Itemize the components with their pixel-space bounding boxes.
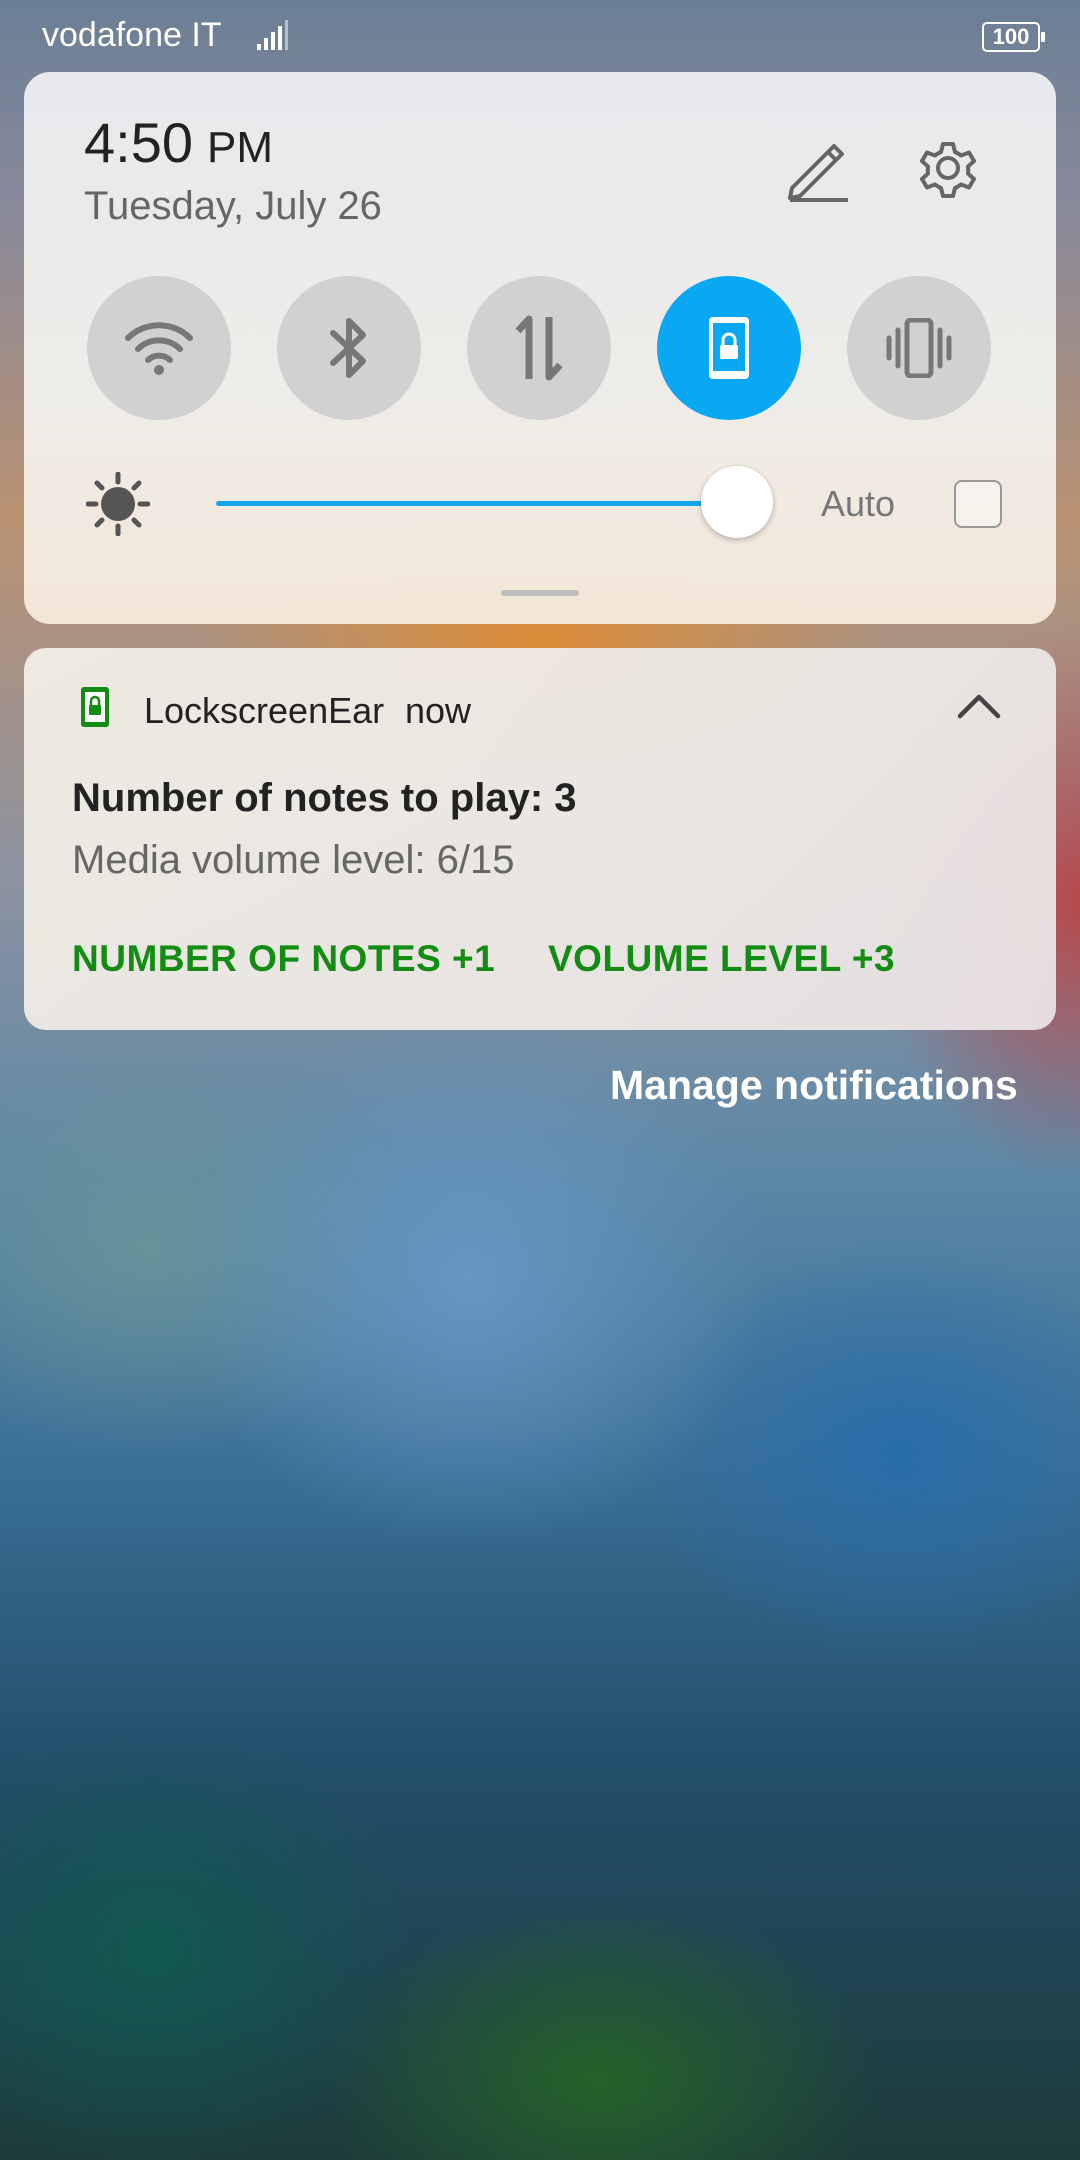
auto-brightness-checkbox[interactable]: [954, 480, 1002, 528]
chevron-up-icon: [957, 694, 1001, 719]
drag-handle[interactable]: [501, 590, 579, 596]
screen-lock-rotation-icon: [709, 317, 749, 379]
notification-text: Media volume level: 6/15: [72, 838, 515, 882]
cellular-signal-icon: [257, 20, 288, 50]
notification-card[interactable]: LockscreenEar now Number of notes to pla…: [24, 648, 1056, 1030]
notification-app-name: LockscreenEar: [144, 690, 385, 731]
brightness-icon: [86, 472, 150, 536]
vibrate-icon: [886, 318, 952, 378]
brightness-slider-thumb[interactable]: [701, 466, 773, 538]
mobile-data-toggle[interactable]: [467, 276, 611, 420]
pencil-icon: [788, 144, 848, 202]
vibrate-toggle[interactable]: [847, 276, 991, 420]
lock-phone-icon: [81, 687, 109, 727]
wifi-icon: [125, 322, 193, 375]
number-of-notes-plus-one-button[interactable]: NUMBER OF NOTES +1: [72, 938, 495, 980]
battery-indicator: 100: [982, 22, 1045, 52]
screen-lock-rotation-toggle[interactable]: [657, 276, 801, 420]
status-bar: vodafone IT 100: [0, 0, 1080, 72]
edit-quick-settings-button[interactable]: [784, 132, 854, 202]
quick-toggles: [87, 276, 993, 420]
brightness-slider-track[interactable]: [216, 501, 761, 506]
settings-button[interactable]: [910, 130, 986, 206]
clock-time: 4:50: [84, 111, 193, 174]
bluetooth-icon: [330, 318, 366, 378]
notification-time: now: [405, 690, 472, 731]
clock: 4:50 PM: [84, 110, 273, 175]
manage-notifications-button[interactable]: Manage notifications: [610, 1062, 1018, 1109]
notification-title: Number of notes to play: 3: [72, 776, 577, 820]
wifi-toggle[interactable]: [87, 276, 231, 420]
auto-brightness-label: Auto: [821, 483, 896, 524]
quick-settings-panel: 4:50 PM Tuesday, July 26 Auto: [24, 72, 1056, 624]
bluetooth-toggle[interactable]: [277, 276, 421, 420]
volume-level-plus-three-button[interactable]: VOLUME LEVEL +3: [548, 938, 895, 980]
clock-ampm: PM: [207, 123, 273, 172]
gear-icon: [920, 142, 976, 198]
carrier-name: vodafone IT: [42, 16, 222, 54]
collapse-notification-button[interactable]: [954, 688, 1004, 722]
date: Tuesday, July 26: [84, 184, 382, 228]
mobile-data-icon: [515, 315, 563, 381]
